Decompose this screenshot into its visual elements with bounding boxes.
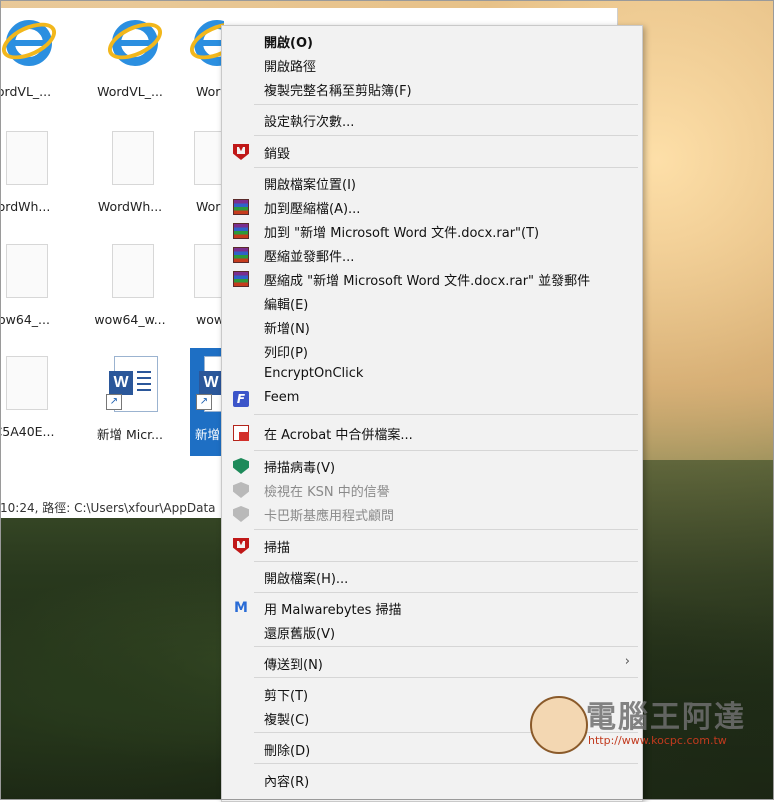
file-label: WordWh... [97, 199, 163, 214]
acrobat-icon [233, 425, 249, 441]
menu-item-feem[interactable]: F Feem [222, 387, 642, 411]
menu-item-add-to-archive[interactable]: 加到壓縮檔(A)... [222, 195, 642, 219]
blank-file-icon [188, 240, 224, 306]
menu-item-set-run-count[interactable]: 設定執行次數... [222, 108, 642, 132]
file-label: Wor [196, 199, 221, 214]
context-menu: 開啟(O) 開啟路徑 複製完整名稱至剪貼簿(F) 設定執行次數... 銷毀 開啟… [221, 25, 643, 802]
menu-item-compress-and-email[interactable]: 壓縮並發郵件... [222, 243, 642, 267]
menu-item-restore-previous[interactable]: 還原舊版(V) [222, 620, 642, 644]
blank-file-icon [0, 127, 54, 193]
internet-explorer-icon [102, 12, 168, 78]
menu-item-scan-virus[interactable]: 掃描病毒(V) [222, 454, 642, 478]
file-label: 新增 [195, 427, 221, 442]
menu-item-open[interactable]: 開啟(O) [222, 29, 642, 53]
file-item[interactable]: Wor [184, 8, 224, 116]
winrar-icon [233, 223, 249, 239]
watermark-logo: 電腦王阿達 http://www.kocpc.com.tw [530, 690, 766, 760]
word-document-icon: W ↗ [106, 352, 160, 418]
winrar-icon [233, 199, 249, 215]
menu-item-add-to-rar[interactable]: 加到 "新增 Microsoft Word 文件.docx.rar"(T) [222, 219, 642, 243]
file-label: wow64_w... [94, 312, 166, 327]
file-item[interactable]: ow64_... [0, 236, 70, 344]
file-item[interactable]: C5A40E... [0, 348, 70, 456]
file-label: wow [196, 312, 224, 327]
file-label: 新增 Micr... [96, 427, 164, 442]
mascot-face-icon [530, 696, 588, 754]
blank-file-icon [106, 240, 160, 306]
file-item[interactable]: wow [184, 236, 224, 344]
file-item[interactable]: Wor [184, 123, 224, 231]
file-label: Wor [196, 84, 221, 99]
file-label: WordVL_... [97, 84, 163, 99]
blank-file-icon [0, 352, 54, 418]
blank-file-icon [188, 127, 224, 193]
menu-item-compress-to-rar-and-email[interactable]: 壓縮成 "新增 Microsoft Word 文件.docx.rar" 並發郵件 [222, 267, 642, 291]
menu-item-print[interactable]: 列印(P) [222, 339, 642, 363]
menu-item-malwarebytes-scan[interactable]: M 用 Malwarebytes 掃描 [222, 596, 642, 620]
menu-item-send-to[interactable]: 傳送到(N) › [222, 651, 642, 675]
chevron-right-icon: › [624, 654, 630, 669]
menu-item-acrobat-combine[interactable]: 在 Acrobat 中合併檔案... [222, 421, 642, 445]
menu-item-edit[interactable]: 編輯(E) [222, 291, 642, 315]
menu-item-open-file-location[interactable]: 開啟檔案位置(I) [222, 171, 642, 195]
mcafee-icon [233, 144, 249, 160]
watermark-name: 電腦王阿達 [586, 700, 746, 735]
file-item-selected[interactable]: W ↗ 新增 [190, 348, 222, 456]
file-item[interactable]: W ↗ 新增 Micr... [84, 348, 176, 456]
winrar-icon [233, 271, 249, 287]
menu-item-ksn-reputation: 檢視在 KSN 中的信譽 [222, 478, 642, 502]
kaspersky-icon [233, 458, 249, 474]
menu-item-open-file[interactable]: 開啟檔案(H)... [222, 565, 642, 589]
blank-file-icon [106, 127, 160, 193]
shortcut-arrow-icon: ↗ [196, 394, 212, 410]
file-label: ordWh... [0, 199, 51, 214]
menu-item-kaspersky-advisor: 卡巴斯基應用程式顧問 [222, 502, 642, 526]
menu-item-new[interactable]: 新增(N) [222, 315, 642, 339]
menu-item-copy-full-name[interactable]: 複製完整名稱至剪貼簿(F) [222, 77, 642, 101]
file-item[interactable]: ordVL_... [0, 8, 70, 116]
file-item[interactable]: wow64_w... [84, 236, 176, 344]
menu-item-shred[interactable]: 銷毀 [222, 140, 642, 164]
malwarebytes-icon: M [234, 600, 248, 616]
kaspersky-grey-icon [233, 482, 249, 498]
menu-item-encryptonclick[interactable]: EncryptOnClick [222, 363, 642, 387]
blank-file-icon [0, 240, 54, 306]
feem-icon: F [233, 391, 249, 407]
file-item[interactable]: WordVL_... [84, 8, 176, 116]
word-document-icon: W ↗ [196, 352, 222, 418]
shortcut-arrow-icon: ↗ [106, 394, 122, 410]
kaspersky-grey-icon [233, 506, 249, 522]
file-label: C5A40E... [0, 424, 55, 439]
internet-explorer-icon [184, 12, 224, 78]
file-item[interactable]: WordWh... [84, 123, 176, 231]
file-label: ordVL_... [0, 84, 52, 99]
winrar-icon [233, 247, 249, 263]
menu-item-mcafee-scan[interactable]: 掃描 [222, 534, 642, 558]
mcafee-icon [233, 538, 249, 554]
menu-item-open-path[interactable]: 開啟路徑 [222, 53, 642, 77]
file-item[interactable]: ordWh... [0, 123, 70, 231]
watermark-url: http://www.kocpc.com.tw [588, 734, 727, 747]
file-label: ow64_... [0, 312, 50, 327]
internet-explorer-icon [0, 12, 62, 78]
menu-item-properties[interactable]: 內容(R) [222, 768, 642, 792]
